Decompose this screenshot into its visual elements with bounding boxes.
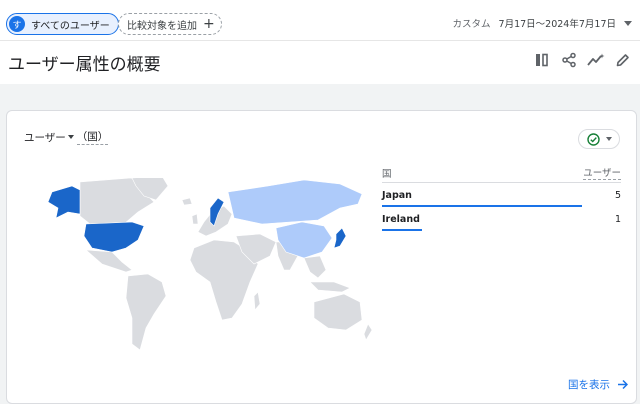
map-indonesia (309, 281, 351, 293)
map-southeast-asia (303, 255, 327, 279)
map-russia (227, 179, 363, 225)
top-bar: す すべてのユーザー 比較対象を追加 + カスタム 7月17日～2024年7月1… (0, 0, 640, 41)
column-header-users[interactable]: ユーザー (583, 165, 621, 180)
view-countries-label: 国を表示 (568, 379, 610, 391)
map-alaska (47, 185, 81, 219)
map-usa (83, 221, 145, 253)
column-header-country[interactable]: 国 (382, 166, 392, 180)
date-range-label: カスタム (452, 19, 491, 30)
world-map (47, 178, 373, 351)
map-south-america (125, 273, 167, 351)
plus-icon: + (203, 16, 215, 32)
metric-chevron-icon (67, 135, 74, 139)
map-madagascar (253, 291, 261, 311)
map-iceland (181, 197, 193, 206)
all-users-chip[interactable]: す すべてのユーザー (6, 13, 119, 35)
row-country: Japan (382, 189, 412, 201)
all-users-label: すべてのユーザー (31, 20, 110, 32)
data-quality-button[interactable] (578, 129, 620, 149)
chevron-down-icon (624, 20, 632, 26)
country-table: 国 ユーザー Japan 5 Ireland 1 (382, 162, 621, 231)
segment-avatar: す (9, 16, 25, 32)
map-uk (191, 213, 199, 225)
chevron-down-icon (605, 137, 612, 141)
arrow-right-icon (618, 379, 628, 390)
view-countries-link[interactable]: 国を表示 (568, 377, 628, 392)
dimension-label: （国） (76, 131, 109, 145)
row-share-bar (382, 229, 422, 231)
card-title[interactable]: ユーザー （国） (24, 129, 109, 145)
map-japan (333, 227, 347, 249)
map-australia (313, 293, 363, 331)
map-mexico (85, 249, 133, 273)
table-header: 国 ユーザー (382, 162, 621, 183)
add-comparison-label: 比較対象を追加 (127, 20, 197, 32)
add-comparison-chip[interactable]: 比較対象を追加 + (118, 13, 222, 35)
row-users: 1 (614, 213, 621, 225)
table-row[interactable]: Japan 5 (382, 183, 621, 207)
insights-icon[interactable] (582, 50, 609, 70)
page-title: ユーザー属性の概要 (8, 55, 161, 75)
compare-columns-icon[interactable] (528, 50, 555, 70)
map-new-zealand (363, 323, 373, 341)
date-range-selector[interactable]: カスタム 7月17日～2024年7月17日 (453, 16, 632, 30)
row-users: 5 (614, 189, 621, 201)
check-circle-icon (586, 132, 600, 146)
metric-label: ユーザー (24, 131, 66, 144)
share-icon[interactable] (555, 50, 582, 70)
edit-pencil-icon[interactable] (609, 50, 636, 70)
row-country: Ireland (382, 213, 420, 225)
date-range-value: 7月17日～2024年7月17日 (498, 19, 616, 30)
report-toolbar (528, 50, 636, 70)
table-row[interactable]: Ireland 1 (382, 207, 621, 231)
